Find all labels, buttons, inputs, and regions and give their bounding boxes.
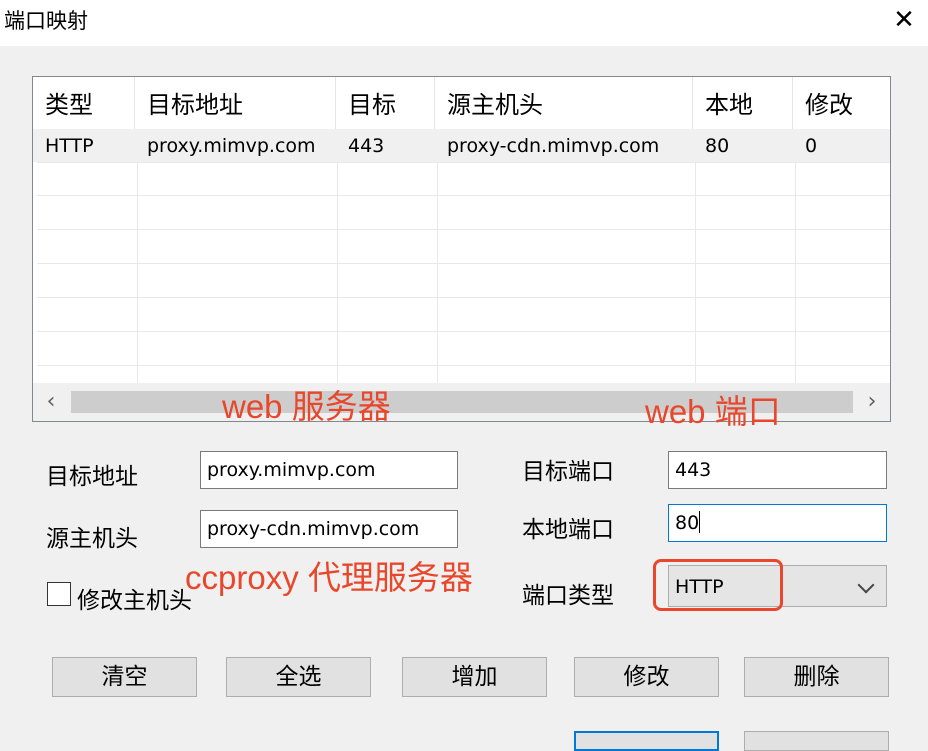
port-type-select[interactable]: HTTP	[668, 565, 887, 607]
cancel-button[interactable]	[744, 731, 889, 751]
list-header: 类型 目标地址 目标 源主机头 本地 修改	[33, 77, 890, 129]
target-address-label: 目标地址	[46, 464, 138, 490]
cell-target-address: proxy.mimvp.com	[147, 135, 316, 157]
grid-line	[37, 229, 890, 230]
table-row[interactable]: HTTP proxy.mimvp.com 443 proxy-cdn.mimvp…	[33, 129, 890, 162]
cell-target-port: 443	[348, 135, 385, 157]
select-all-button[interactable]: 全选	[226, 657, 371, 697]
target-port-input[interactable]: 443	[668, 451, 887, 489]
column-header-target[interactable]: 目标	[336, 77, 435, 129]
grid-line	[37, 297, 890, 298]
cell-source-host: proxy-cdn.mimvp.com	[447, 135, 660, 157]
port-type-value: HTTP	[675, 576, 724, 598]
modify-host-checkbox[interactable]	[47, 582, 71, 606]
source-host-input[interactable]: proxy-cdn.mimvp.com	[200, 510, 458, 548]
grid-line	[337, 162, 338, 384]
chevron-down-icon	[857, 576, 875, 594]
add-button[interactable]: 增加	[402, 657, 547, 697]
annotation-web-port: web 端口	[645, 393, 781, 430]
local-port-input[interactable]: 80	[668, 504, 887, 542]
modify-host-label[interactable]: 修改主机头	[77, 581, 192, 615]
grid-line	[37, 263, 890, 264]
source-host-label: 源主机头	[46, 526, 138, 552]
close-icon[interactable]: ✕	[880, 0, 928, 40]
ok-button[interactable]	[574, 731, 719, 751]
port-type-label: 端口类型	[522, 583, 614, 609]
local-port-value: 80	[675, 512, 700, 534]
grid-line	[37, 331, 890, 332]
annotation-web-server: web 服务器	[222, 388, 391, 425]
cell-modify: 0	[805, 135, 818, 157]
column-header-source-host[interactable]: 源主机头	[435, 77, 693, 129]
modify-button[interactable]: 修改	[574, 657, 719, 697]
column-header-modify[interactable]: 修改	[793, 77, 890, 129]
port-mapping-list[interactable]: 类型 目标地址 目标 源主机头 本地 修改 HTTP proxy.mimvp.c…	[32, 76, 891, 422]
column-header-target-address[interactable]: 目标地址	[135, 77, 336, 129]
target-address-input[interactable]: proxy.mimvp.com	[200, 451, 458, 489]
column-header-type[interactable]: 类型	[33, 77, 135, 129]
target-port-label: 目标端口	[522, 459, 614, 485]
column-header-local[interactable]: 本地	[693, 77, 793, 129]
window-title: 端口映射	[4, 9, 88, 33]
scroll-right-icon[interactable]: ›	[854, 383, 890, 421]
grid-line	[137, 162, 138, 384]
grid-line	[37, 195, 890, 196]
title-bar: 端口映射 ✕	[0, 0, 928, 46]
scroll-left-icon[interactable]: ‹	[33, 383, 69, 421]
grid-line	[37, 162, 890, 163]
local-port-label: 本地端口	[522, 517, 614, 543]
text-caret	[699, 511, 701, 533]
grid-line	[695, 162, 696, 384]
cell-type: HTTP	[45, 135, 94, 157]
cell-local-port: 80	[705, 135, 730, 157]
grid-line	[37, 365, 890, 366]
annotation-ccproxy: ccproxy 代理服务器	[185, 559, 473, 596]
grid-line	[795, 162, 796, 384]
delete-button[interactable]: 删除	[744, 657, 889, 697]
grid-line	[437, 162, 438, 384]
clear-button[interactable]: 清空	[52, 657, 197, 697]
